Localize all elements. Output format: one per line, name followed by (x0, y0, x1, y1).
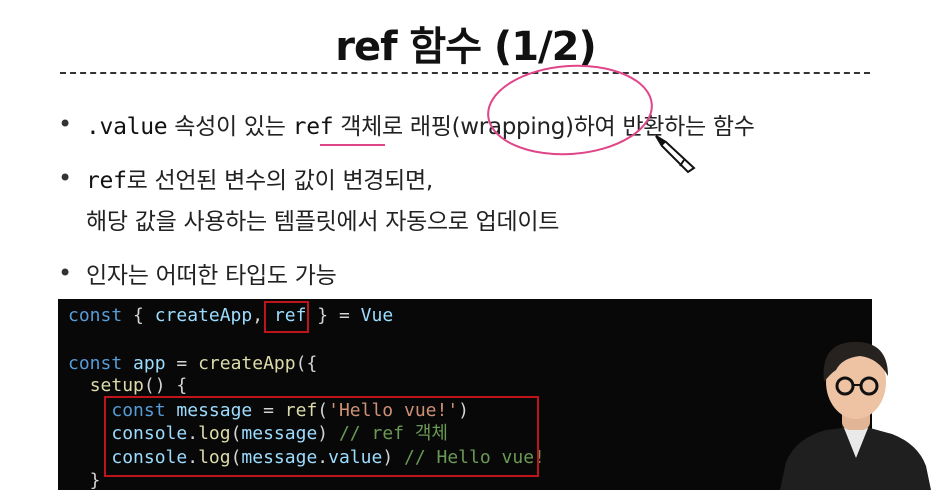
code-block: const { createApp, ref } = Vue const app… (58, 299, 872, 490)
code-line-8: } (68, 470, 101, 490)
code-line-4: setup() { (89, 375, 188, 396)
code-line-1: const { createApp, ref } = Vue (68, 305, 394, 326)
setup-code-highlight-box (104, 396, 539, 477)
code-line-3: const app = createApp({ (68, 353, 318, 374)
ref-highlight-box (264, 301, 309, 333)
pencil-cursor-icon (655, 135, 696, 174)
wrapping-circle (487, 64, 653, 156)
presenter-webcam (780, 341, 931, 490)
slide: ref 함수 (1/2) • .value 속성이 있는 ref 객체로 래핑(… (0, 0, 931, 490)
